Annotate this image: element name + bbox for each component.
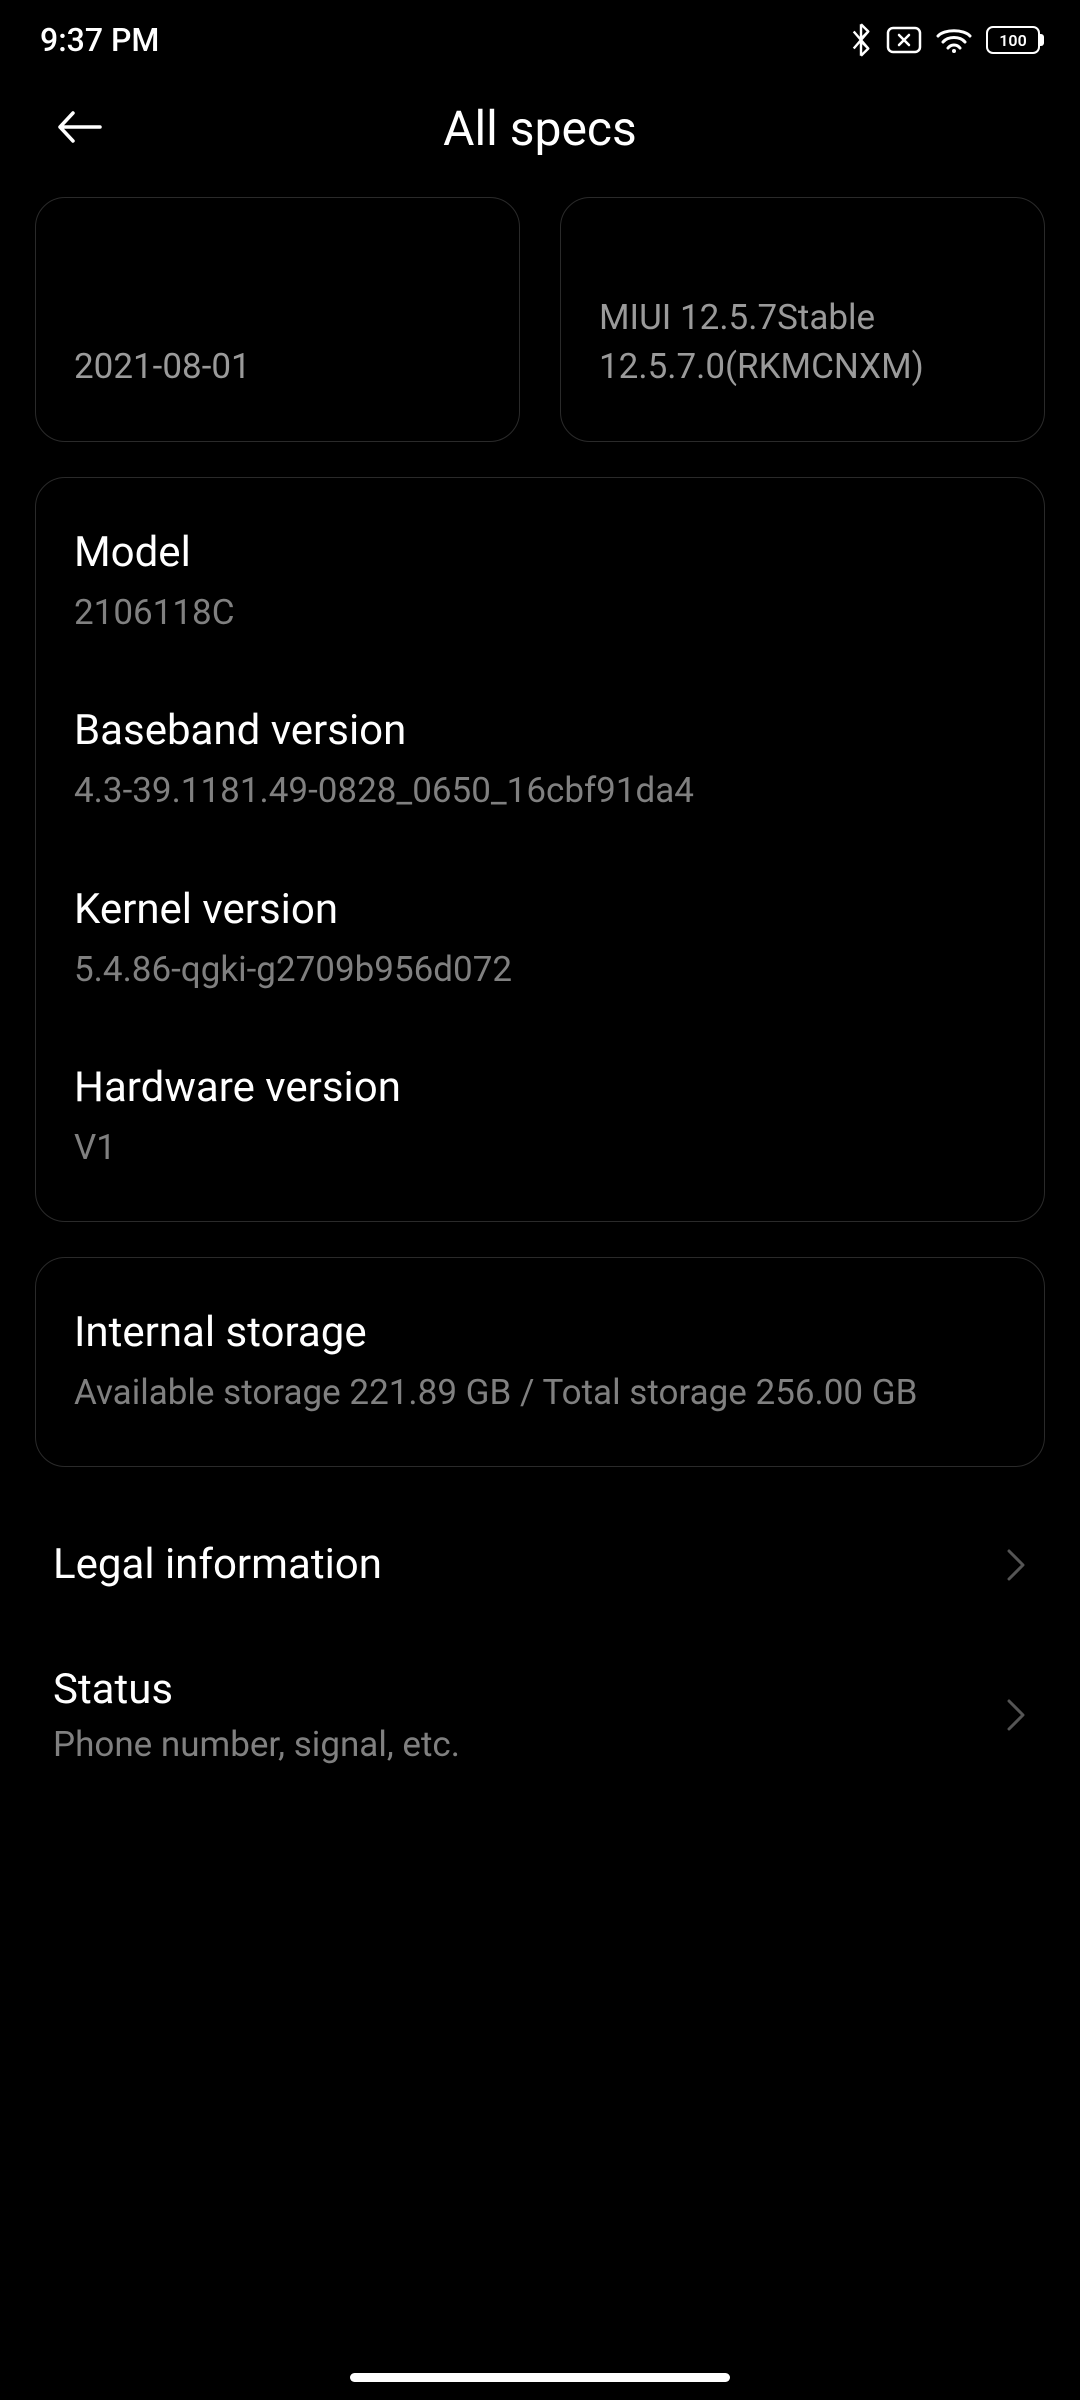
status-content: Status Phone number, signal, etc. [53, 1665, 1005, 1765]
battery-level: 100 [999, 31, 1026, 50]
status-subtitle: Phone number, signal, etc. [53, 1724, 1005, 1765]
storage-card[interactable]: Internal storage Available storage 221.8… [35, 1257, 1045, 1467]
home-indicator[interactable] [350, 2373, 730, 2382]
model-value: 2106118C [74, 589, 1006, 636]
storage-value: Available storage 221.89 GB / Total stor… [74, 1369, 1006, 1416]
hardware-title: Hardware version [74, 1063, 1006, 1112]
legal-title: Legal information [53, 1540, 1005, 1589]
security-patch-card[interactable]: 2021-08-01 [35, 197, 520, 442]
kernel-item[interactable]: Kernel version 5.4.86-qgki-g2709b956d072 [74, 885, 1006, 993]
top-cards-row: 2021-08-01 MIUI 12.5.7Stable 12.5.7.0(RK… [35, 197, 1045, 442]
legal-content: Legal information [53, 1540, 1005, 1589]
header: All specs [0, 70, 1080, 197]
storage-title: Internal storage [74, 1308, 1006, 1357]
model-title: Model [74, 528, 1006, 577]
page-title: All specs [50, 100, 1030, 157]
status-bar: 9:37 PM 100 [0, 0, 1080, 70]
baseband-title: Baseband version [74, 706, 1006, 755]
hardware-value: V1 [74, 1124, 1006, 1171]
content: 2021-08-01 MIUI 12.5.7Stable 12.5.7.0(RK… [0, 197, 1080, 1803]
kernel-value: 5.4.86-qgki-g2709b956d072 [74, 946, 1006, 993]
hardware-item[interactable]: Hardware version V1 [74, 1063, 1006, 1171]
miui-version-card[interactable]: MIUI 12.5.7Stable 12.5.7.0(RKMCNXM) [560, 197, 1045, 442]
miui-version-text: MIUI 12.5.7Stable 12.5.7.0(RKMCNXM) [599, 293, 1006, 391]
screenshot-icon [886, 26, 922, 54]
chevron-right-icon [1005, 1697, 1027, 1733]
wifi-icon [936, 26, 972, 54]
baseband-item[interactable]: Baseband version 4.3-39.1181.49-0828_065… [74, 706, 1006, 814]
model-item[interactable]: Model 2106118C [74, 528, 1006, 636]
status-title: Status [53, 1665, 1005, 1714]
back-button[interactable] [55, 107, 105, 151]
legal-information-item[interactable]: Legal information [35, 1502, 1045, 1627]
kernel-title: Kernel version [74, 885, 1006, 934]
battery-icon: 100 [986, 26, 1040, 54]
arrow-left-icon [55, 107, 105, 147]
status-icons: 100 [850, 23, 1040, 57]
baseband-value: 4.3-39.1181.49-0828_0650_16cbf91da4 [74, 767, 1006, 814]
status-time: 9:37 PM [40, 21, 159, 59]
chevron-right-icon [1005, 1547, 1027, 1583]
specs-card: Model 2106118C Baseband version 4.3-39.1… [35, 477, 1045, 1222]
bluetooth-icon [850, 23, 872, 57]
security-patch-date: 2021-08-01 [74, 342, 481, 391]
status-item[interactable]: Status Phone number, signal, etc. [35, 1627, 1045, 1803]
